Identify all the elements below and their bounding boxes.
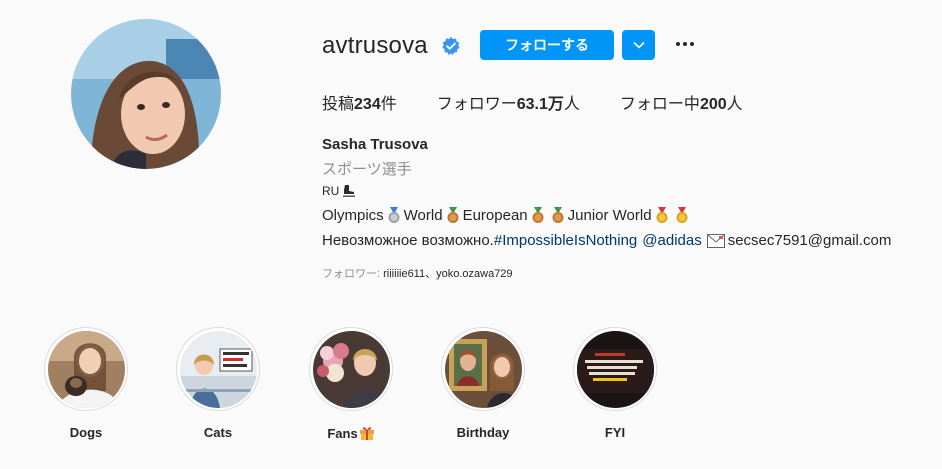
highlight-cats[interactable]: Cats: [175, 327, 261, 440]
followers-count[interactable]: フォロワー63.1万人: [437, 90, 580, 114]
highlight-label: Birthday: [456, 425, 510, 440]
highlight-label: Cats: [203, 425, 233, 440]
highlight-dogs[interactable]: Dogs: [43, 327, 129, 440]
follow-button[interactable]: フォローする: [480, 30, 614, 60]
highlight-fyi[interactable]: FYI: [572, 327, 658, 440]
medal-icon: [676, 207, 688, 223]
mention-link[interactable]: @adidas: [642, 232, 701, 249]
profile-stats: 投稿234件 フォロワー63.1万人 フォロー中200人: [322, 90, 743, 114]
highlight-label: Dogs: [69, 425, 103, 440]
followed-by[interactable]: フォロワー: riiiiiie611、yoko.ozawa729: [322, 265, 513, 281]
medal-icon: [532, 207, 544, 223]
verified-badge-icon: [442, 37, 460, 55]
highlight-birthday[interactable]: Birthday: [440, 327, 526, 440]
hashtag-link[interactable]: #ImpossibleIsNothing: [494, 232, 637, 249]
gift-icon: [359, 427, 374, 440]
medal-icon: [447, 207, 459, 223]
envelope-icon: [706, 233, 725, 248]
highlight-label: FYI: [604, 425, 626, 440]
medal-icon: [656, 207, 668, 223]
email-text: secsec7591@gmail.com: [727, 232, 892, 249]
bio-medals-line: Olympics World European Junior World: [322, 206, 692, 224]
skate-icon: [343, 185, 356, 197]
medal-icon: [388, 207, 400, 223]
profile-category: スポーツ選手: [322, 161, 412, 178]
posts-count: 投稿234件: [322, 96, 397, 113]
following-count[interactable]: フォロー中200人: [620, 90, 743, 114]
highlight-fans[interactable]: Fans: [308, 327, 394, 441]
bio-motto-line: Невозможное возможно. #ImpossibleIsNothi…: [322, 232, 892, 249]
profile-username: avtrusova: [322, 32, 428, 59]
medal-icon: [552, 207, 564, 223]
chevron-down-icon: [632, 41, 645, 49]
bio-line-country: RU: [322, 184, 356, 198]
suggestions-dropdown-button[interactable]: [622, 30, 655, 60]
profile-full-name: Sasha Trusova: [322, 136, 428, 153]
highlight-label: Fans: [308, 425, 394, 441]
profile-avatar[interactable]: [71, 19, 221, 169]
more-options-icon[interactable]: [673, 34, 697, 54]
